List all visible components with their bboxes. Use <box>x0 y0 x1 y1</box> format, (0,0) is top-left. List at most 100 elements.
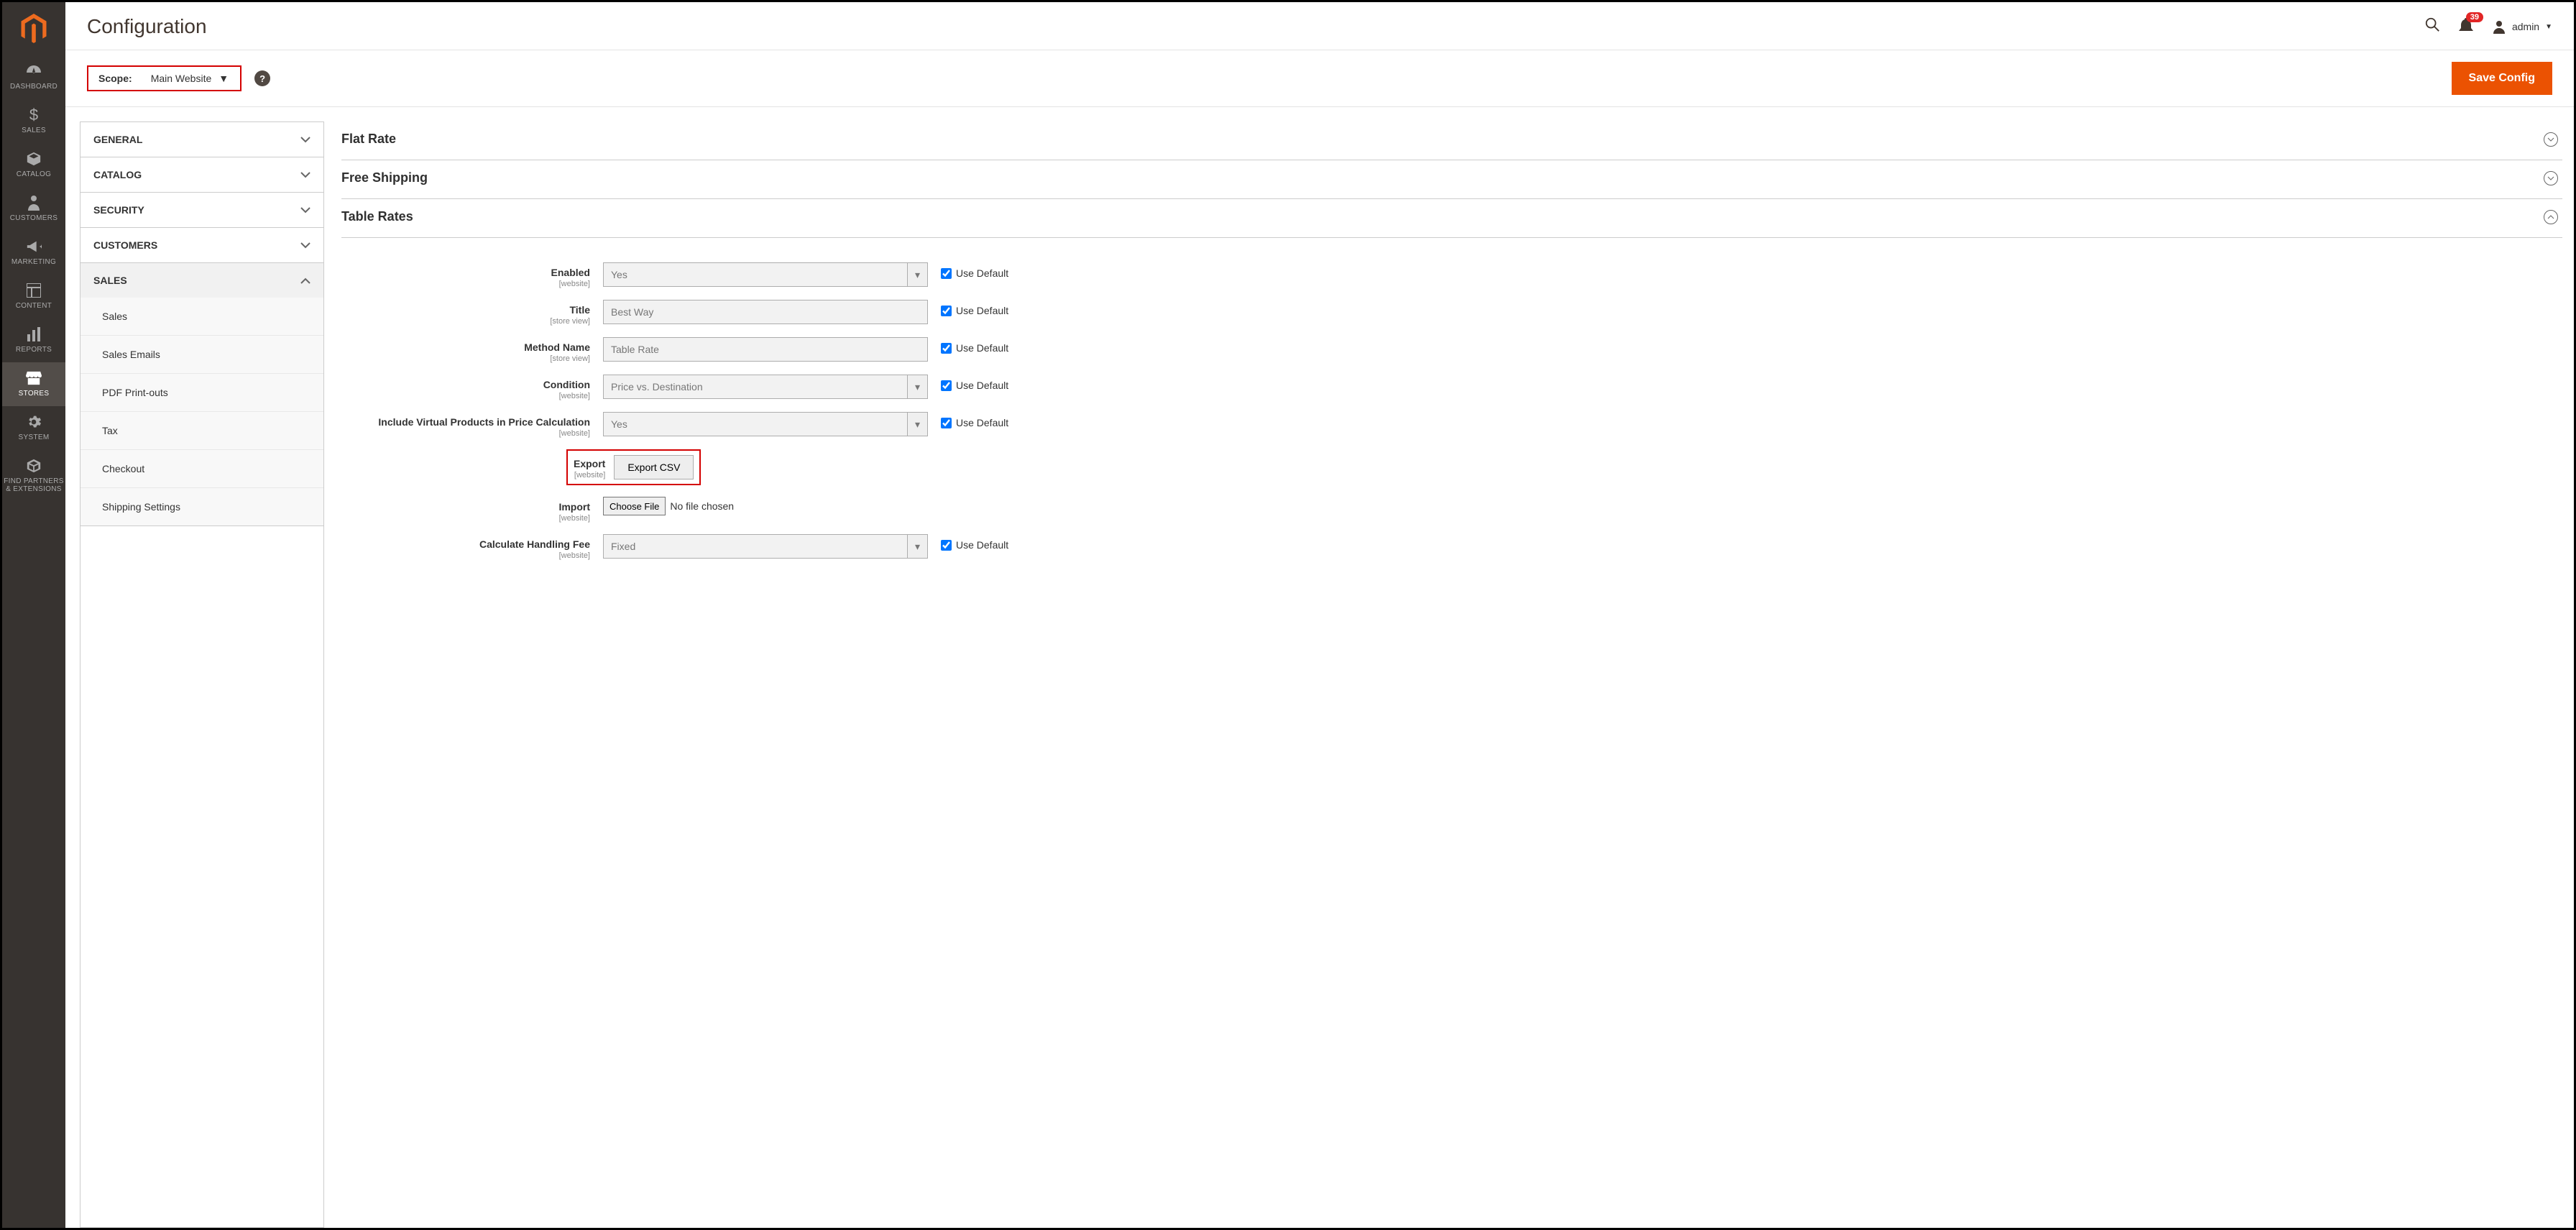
help-icon[interactable]: ? <box>254 70 270 86</box>
config-group-header[interactable]: SALES <box>80 263 323 298</box>
use-default-label: Use Default <box>956 267 1008 279</box>
use-default-label: Use Default <box>956 305 1008 316</box>
enabled-select[interactable]: Yes▾ <box>603 262 928 287</box>
method-name-input[interactable] <box>603 337 928 362</box>
config-group-general: GENERAL <box>80 122 323 157</box>
config-group-header[interactable]: CUSTOMERS <box>80 228 323 262</box>
field-label: Condition <box>341 379 590 390</box>
bars-icon <box>27 326 41 343</box>
title-input[interactable] <box>603 300 928 324</box>
chevron-down-icon <box>300 239 310 251</box>
config-sub-checkout[interactable]: Checkout <box>80 449 323 487</box>
config-sub-shipping-settings[interactable]: Shipping Settings <box>80 487 323 525</box>
section-title: Free Shipping <box>341 170 428 185</box>
use-default-label: Use Default <box>956 342 1008 354</box>
choose-file-button[interactable]: Choose File <box>603 497 666 515</box>
field-scope: [website] <box>341 514 590 523</box>
config-sub-sales[interactable]: Sales <box>80 298 323 335</box>
scope-value: Main Website <box>151 73 212 84</box>
use-default-checkbox[interactable] <box>941 540 952 551</box>
box-icon <box>26 150 42 167</box>
use-default-checkbox[interactable] <box>941 380 952 391</box>
scope-selector[interactable]: Scope: Main Website ▼ <box>87 65 242 91</box>
sidebar-item-dashboard[interactable]: DASHBOARD <box>2 55 65 99</box>
use-default-label: Use Default <box>956 380 1008 391</box>
sidebar-item-catalog[interactable]: CATALOG <box>2 143 65 187</box>
section-flat-rate[interactable]: Flat Rate <box>341 121 2562 160</box>
config-sub-tax[interactable]: Tax <box>80 411 323 449</box>
sidebar-item-content[interactable]: CONTENT <box>2 275 65 318</box>
sidebar-item-reports[interactable]: REPORTS <box>2 318 65 362</box>
sidebar-item-system[interactable]: SYSTEM <box>2 406 65 450</box>
sidebar-item-stores[interactable]: STORES <box>2 362 65 406</box>
config-panel: Flat Rate Free Shipping Table Rates Enab… <box>341 121 2562 1228</box>
sidebar-label: MARKETING <box>12 258 56 266</box>
sidebar-label: REPORTS <box>16 346 52 354</box>
table-rates-body: Enabled[website] Yes▾ Use Default Title[… <box>341 238 2562 573</box>
user-menu[interactable]: admin ▼ <box>2492 19 2552 34</box>
caret-down-icon: ▾ <box>907 413 927 436</box>
field-label: Enabled <box>341 267 590 278</box>
config-sub-sales-emails[interactable]: Sales Emails <box>80 335 323 373</box>
save-config-button[interactable]: Save Config <box>2452 62 2552 95</box>
config-group-header[interactable]: CATALOG <box>80 157 323 192</box>
magento-logo[interactable] <box>2 2 65 55</box>
config-sub-pdf[interactable]: PDF Print-outs <box>80 373 323 411</box>
notifications-icon[interactable]: 39 <box>2459 18 2473 36</box>
config-group-header[interactable]: SECURITY <box>80 193 323 227</box>
sidebar-item-customers[interactable]: CUSTOMERS <box>2 187 65 231</box>
sidebar-item-sales[interactable]: $ SALES <box>2 99 65 143</box>
use-default-label: Use Default <box>956 417 1008 428</box>
handling-select[interactable]: Fixed▾ <box>603 534 928 559</box>
sidebar-label: CUSTOMERS <box>10 214 58 222</box>
field-label: Calculate Handling Fee <box>341 538 590 550</box>
virtual-select[interactable]: Yes▾ <box>603 412 928 436</box>
caret-down-icon: ▼ <box>218 73 229 84</box>
export-highlight: Export [website] Export CSV <box>566 449 701 485</box>
sidebar-label: SALES <box>22 127 46 134</box>
person-icon <box>28 194 40 211</box>
chevron-up-icon <box>300 275 310 286</box>
use-default-checkbox[interactable] <box>941 418 952 428</box>
dollar-icon: $ <box>29 106 38 124</box>
sidebar-label: CONTENT <box>16 302 52 310</box>
config-group-label: CUSTOMERS <box>93 239 157 251</box>
field-scope: [website] <box>574 471 605 479</box>
section-title: Table Rates <box>341 209 413 224</box>
field-enabled: Enabled[website] Yes▾ Use Default <box>341 257 2562 294</box>
export-csv-button[interactable]: Export CSV <box>614 455 694 479</box>
toolbar: Scope: Main Website ▼ ? Save Config <box>65 50 2574 107</box>
condition-select[interactable]: Price vs. Destination▾ <box>603 375 928 399</box>
scope-label: Scope: <box>98 73 132 84</box>
user-icon <box>2492 19 2506 34</box>
use-default-checkbox[interactable] <box>941 268 952 279</box>
use-default-label: Use Default <box>956 539 1008 551</box>
field-export: Export [website] Export CSV <box>341 444 2562 491</box>
config-group-label: SECURITY <box>93 204 144 216</box>
config-nav: GENERAL CATALOG SECURITY <box>80 121 324 1228</box>
scope-dropdown[interactable]: Main Website ▼ <box>151 73 229 84</box>
use-default-checkbox[interactable] <box>941 306 952 316</box>
caret-down-icon: ▾ <box>907 375 927 398</box>
store-icon <box>26 370 42 387</box>
field-label: Include Virtual Products in Price Calcul… <box>341 416 590 428</box>
chevron-down-icon <box>300 169 310 180</box>
config-group-label: CATALOG <box>93 169 142 180</box>
field-scope: [website] <box>341 551 590 560</box>
config-group-header[interactable]: GENERAL <box>80 122 323 157</box>
use-default-checkbox[interactable] <box>941 343 952 354</box>
field-title: Title[store view] Use Default <box>341 294 2562 331</box>
page-header: Configuration 39 admin ▼ <box>65 2 2574 50</box>
header-actions: 39 admin ▼ <box>2424 17 2552 37</box>
expand-icon <box>2544 132 2558 147</box>
sidebar-item-partners[interactable]: FIND PARTNERS & EXTENSIONS <box>2 450 65 502</box>
expand-icon <box>2544 171 2558 185</box>
sidebar-item-marketing[interactable]: MARKETING <box>2 231 65 275</box>
field-label: Export <box>574 458 605 469</box>
section-free-shipping[interactable]: Free Shipping <box>341 160 2562 199</box>
section-table-rates[interactable]: Table Rates <box>341 199 2562 238</box>
admin-sidebar: DASHBOARD $ SALES CATALOG CUSTOMERS MARK… <box>2 2 65 1228</box>
search-icon[interactable] <box>2424 17 2440 37</box>
field-import: Import[website] Choose File No file chos… <box>341 491 2562 528</box>
caret-down-icon: ▾ <box>907 535 927 558</box>
